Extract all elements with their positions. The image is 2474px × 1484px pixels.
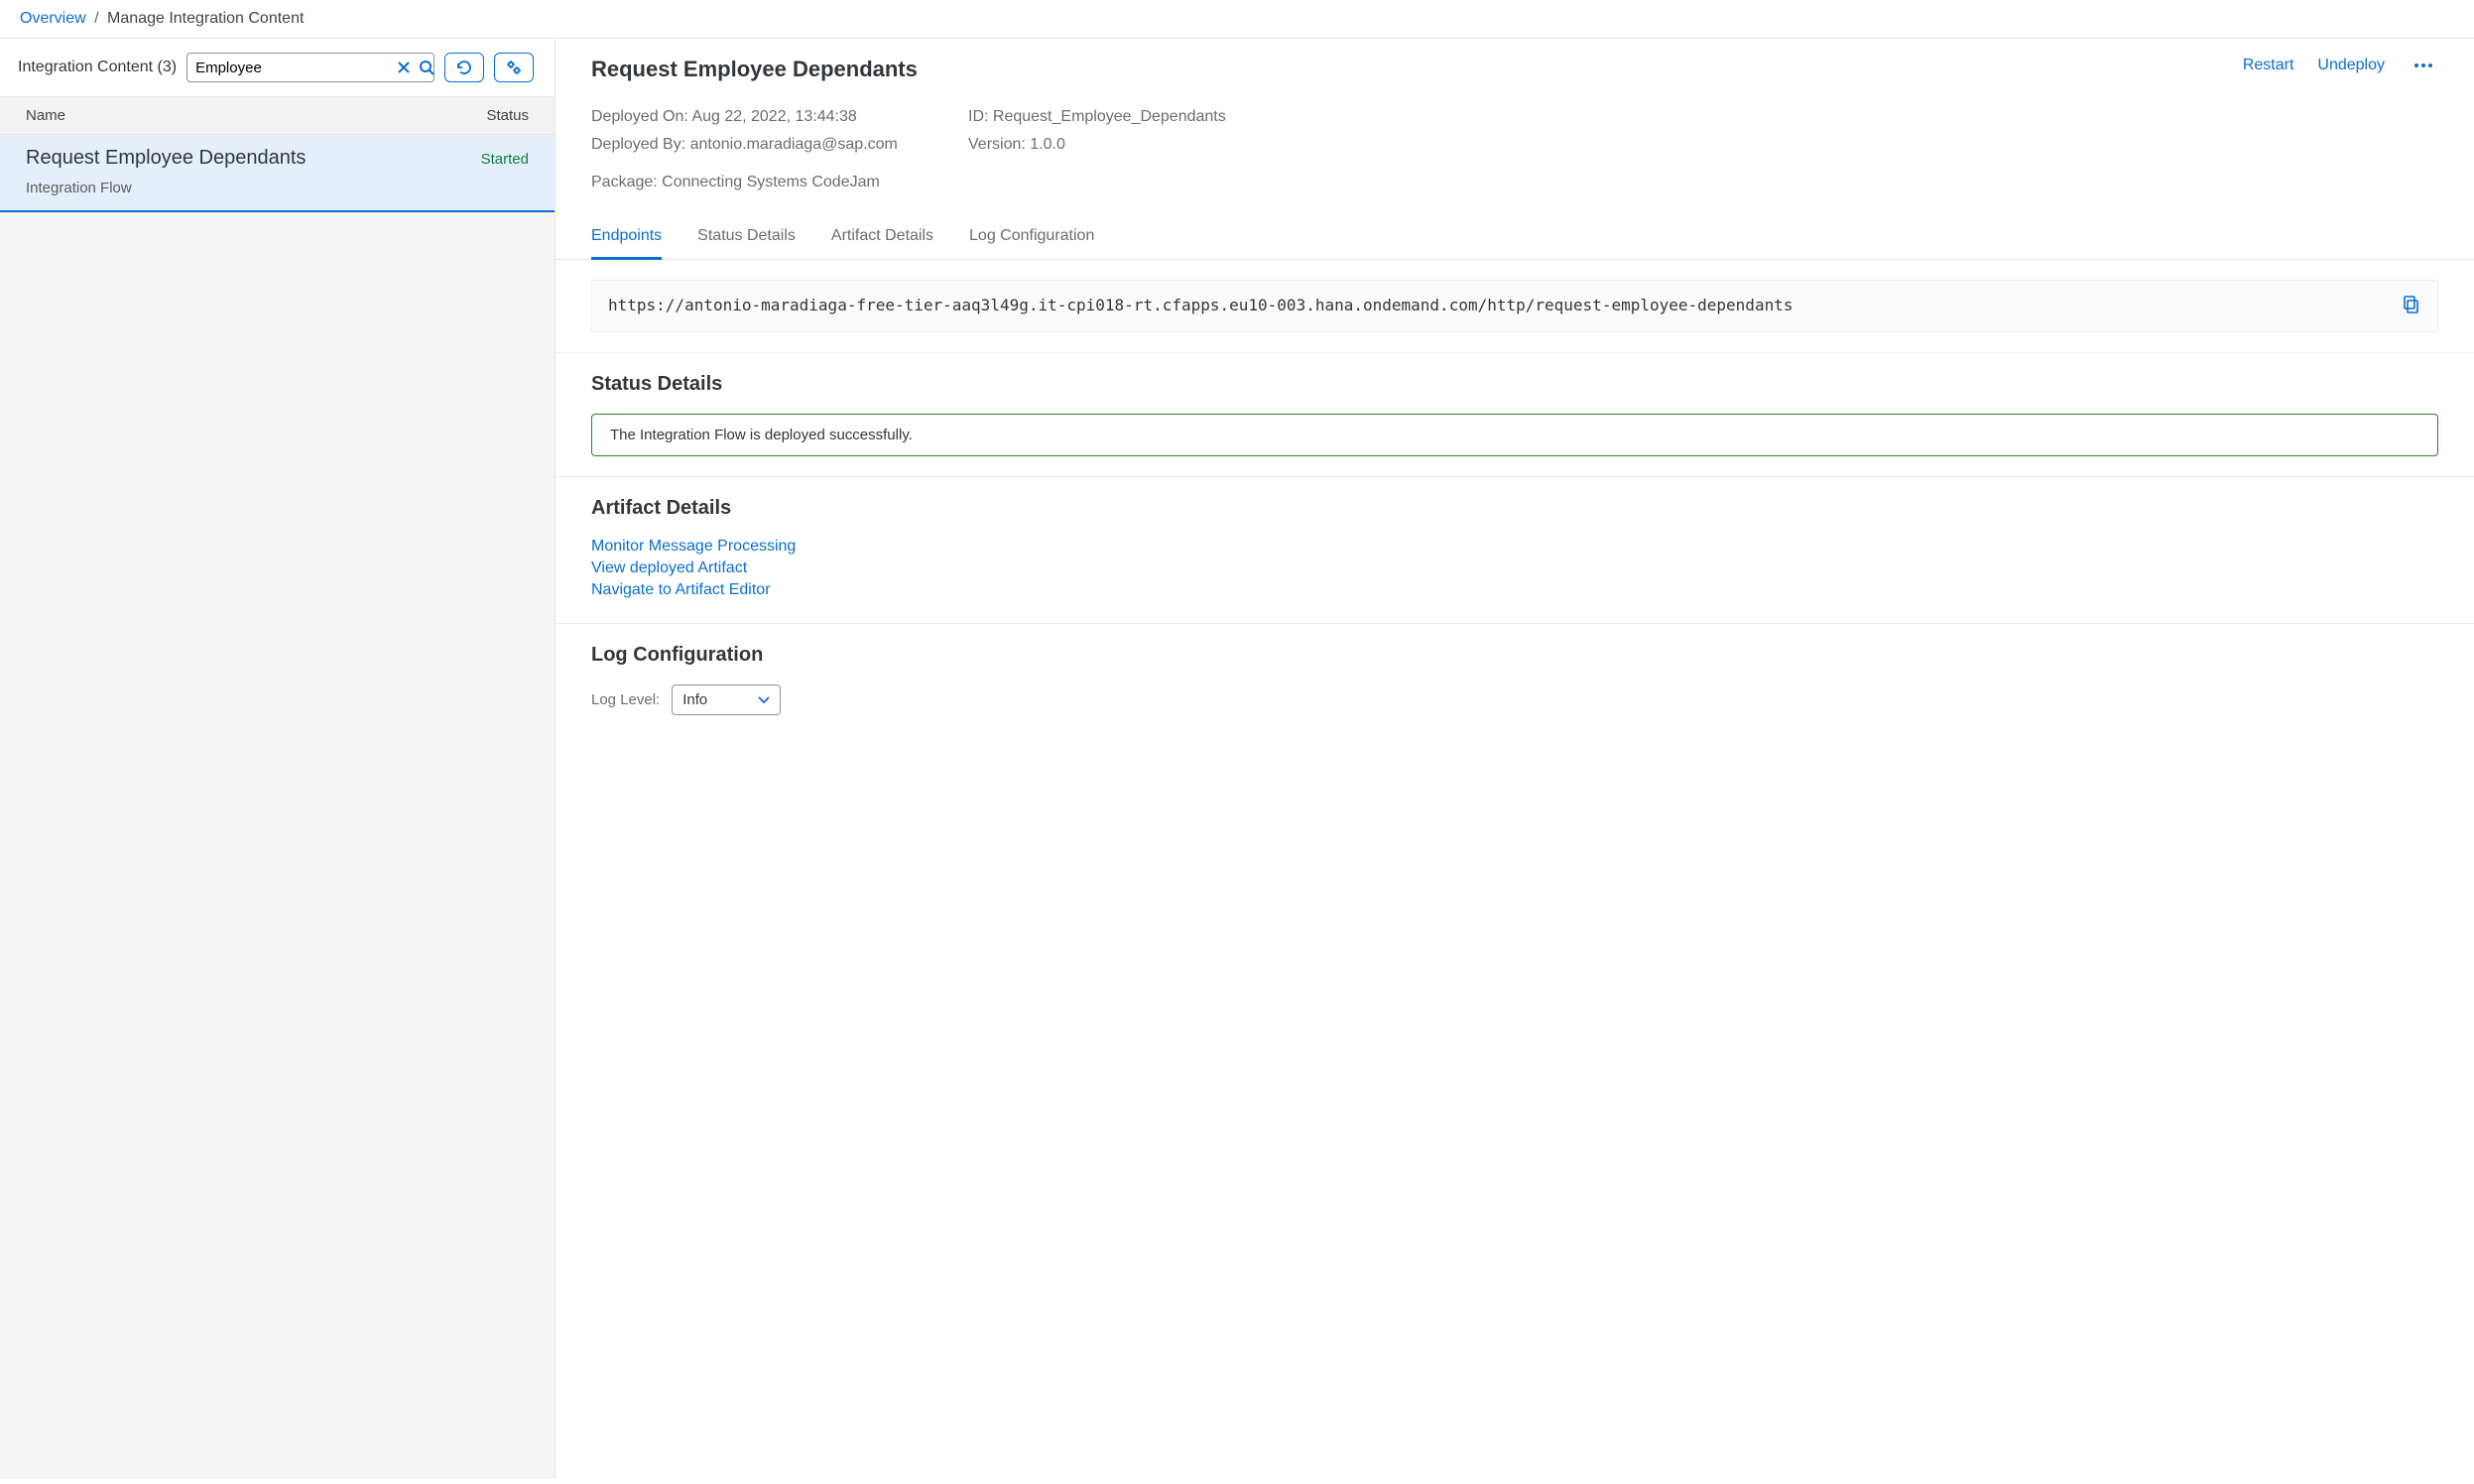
meta-id: ID: Request_Employee_Dependants — [968, 108, 2438, 126]
detail-pane: Request Employee Dependants Restart Unde… — [556, 39, 2474, 1479]
meta-deployed-by: Deployed By: antonio.maradiaga@sap.com — [591, 136, 928, 154]
artifact-details-section: Artifact Details Monitor Message Process… — [556, 477, 2474, 624]
artifact-details-title: Artifact Details — [591, 497, 2438, 520]
log-configuration-section: Log Configuration Log Level: Info — [556, 624, 2474, 735]
endpoint-url-box: https://antonio-maradiaga-free-tier-aaq3… — [591, 280, 2438, 332]
breadcrumb-separator: / — [94, 10, 98, 27]
tab-log-configuration[interactable]: Log Configuration — [969, 219, 1094, 260]
header-actions: Restart Undeploy — [2243, 57, 2438, 74]
tab-status-details[interactable]: Status Details — [697, 219, 796, 260]
endpoint-url: https://antonio-maradiaga-free-tier-aaq3… — [608, 295, 1793, 316]
page-title: Request Employee Dependants — [591, 57, 918, 82]
column-status: Status — [486, 107, 529, 124]
tab-bar: Endpoints Status Details Artifact Detail… — [556, 209, 2474, 260]
copy-icon — [2402, 295, 2421, 314]
meta-version: Version: 1.0.0 — [968, 136, 2438, 154]
list-item-title: Request Employee Dependants — [26, 147, 306, 170]
table-settings-button[interactable] — [494, 53, 534, 82]
list-column-header: Name Status — [0, 96, 555, 135]
more-actions-button[interactable] — [2409, 58, 2438, 73]
search-input[interactable] — [195, 60, 393, 76]
log-level-label: Log Level: — [591, 691, 660, 708]
gears-icon — [505, 59, 523, 76]
tab-endpoints[interactable]: Endpoints — [591, 219, 662, 260]
log-level-value: Info — [682, 691, 707, 708]
meta-package: Package: Connecting Systems CodeJam — [591, 174, 2438, 191]
left-pane: Integration Content (3) — [0, 39, 556, 1479]
close-icon — [397, 61, 411, 74]
search-field-wrapper — [186, 53, 434, 82]
column-name: Name — [26, 107, 65, 124]
detail-header: Request Employee Dependants Restart Unde… — [556, 39, 2474, 82]
status-details-section: Status Details The Integration Flow is d… — [556, 353, 2474, 477]
endpoints-section: https://antonio-maradiaga-free-tier-aaq3… — [556, 260, 2474, 353]
refresh-icon — [455, 59, 473, 76]
refresh-button[interactable] — [444, 53, 484, 82]
search-submit-button[interactable] — [415, 56, 438, 79]
meta-deployed-on: Deployed On: Aug 22, 2022, 13:44:38 — [591, 108, 928, 126]
breadcrumb: Overview / Manage Integration Content — [0, 0, 2474, 39]
tab-artifact-details[interactable]: Artifact Details — [831, 219, 933, 260]
list-item[interactable]: Request Employee Dependants Started Inte… — [0, 135, 555, 212]
navigate-artifact-editor-link[interactable]: Navigate to Artifact Editor — [591, 581, 2438, 599]
log-configuration-title: Log Configuration — [591, 644, 2438, 667]
metadata-block: Deployed On: Aug 22, 2022, 13:44:38 ID: … — [556, 82, 2474, 209]
search-clear-button[interactable] — [393, 57, 415, 78]
status-details-title: Status Details — [591, 373, 2438, 396]
search-icon — [419, 60, 434, 75]
left-pane-title: Integration Content (3) — [18, 59, 177, 76]
left-pane-header: Integration Content (3) — [0, 39, 555, 96]
status-message: The Integration Flow is deployed success… — [591, 414, 2438, 456]
breadcrumb-overview-link[interactable]: Overview — [20, 10, 86, 27]
list-item-subtitle: Integration Flow — [26, 180, 529, 196]
copy-url-button[interactable] — [2402, 295, 2421, 317]
overflow-icon — [2414, 63, 2418, 67]
undeploy-button[interactable]: Undeploy — [2317, 57, 2385, 74]
view-deployed-artifact-link[interactable]: View deployed Artifact — [591, 559, 2438, 577]
restart-button[interactable]: Restart — [2243, 57, 2294, 74]
list-item-status: Started — [481, 151, 529, 168]
log-level-select[interactable]: Info — [672, 684, 781, 715]
chevron-down-icon — [758, 691, 770, 708]
monitor-message-processing-link[interactable]: Monitor Message Processing — [591, 538, 2438, 556]
breadcrumb-current: Manage Integration Content — [107, 10, 304, 27]
